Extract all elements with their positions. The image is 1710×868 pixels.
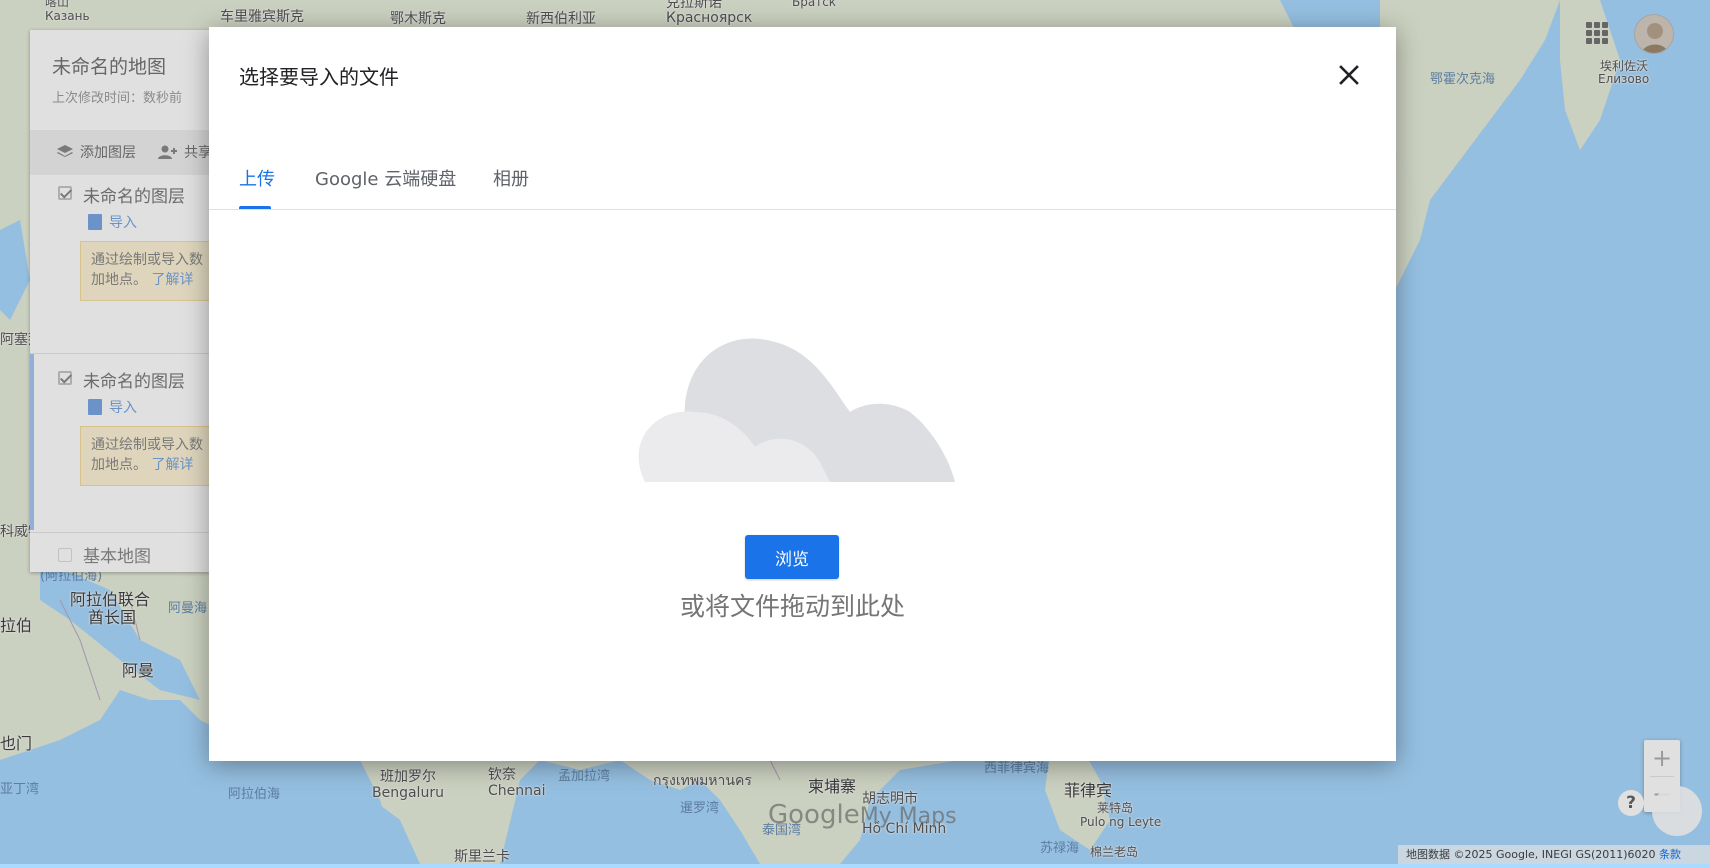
tab-upload[interactable]: 上传: [239, 165, 275, 209]
close-button[interactable]: [1333, 59, 1365, 91]
active-tab-indicator: [239, 206, 271, 209]
cloud-upload-illustration: [635, 338, 955, 492]
import-file-dialog: 选择要导入的文件 上传 Google 云端硬盘 相册 浏览 或将文件拖动到此处: [209, 27, 1396, 761]
tab-google-drive[interactable]: Google 云端硬盘: [315, 165, 456, 209]
dialog-title: 选择要导入的文件: [239, 65, 399, 89]
tab-photos[interactable]: 相册: [493, 165, 529, 209]
close-icon: [1339, 65, 1359, 85]
browse-button[interactable]: 浏览: [745, 535, 839, 579]
drop-zone-hint: 或将文件拖动到此处: [679, 592, 905, 621]
source-tabs: 上传 Google 云端硬盘 相册: [209, 125, 1396, 210]
